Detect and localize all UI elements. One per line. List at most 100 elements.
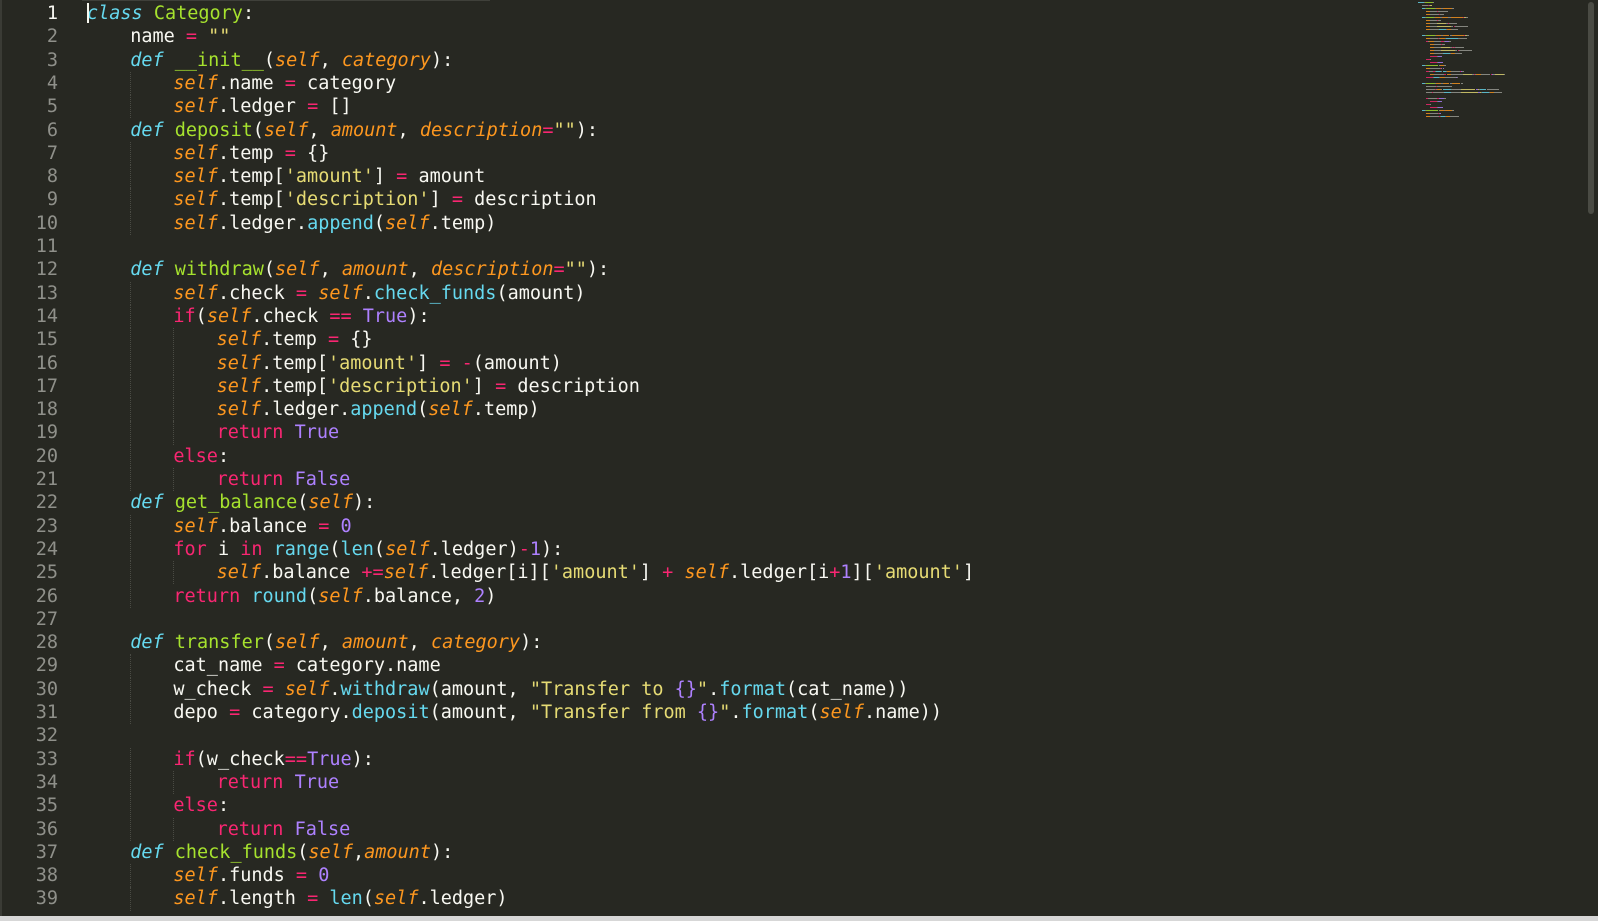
code-token: .ledger[i: [729, 562, 830, 584]
code-text-area[interactable]: class Category: name = "" def __init__(sel…: [87, 0, 1437, 921]
code-line[interactable]: depo = category.deposit(amount, "Transfe…: [173, 701, 942, 725]
code-line[interactable]: def transfer(self, amount, category):: [130, 631, 542, 655]
code-token: 1: [529, 538, 542, 560]
code-line[interactable]: return False: [217, 468, 351, 492]
code-line[interactable]: class Category:: [87, 2, 254, 26]
code-line[interactable]: def deposit(self, amount, description=""…: [130, 119, 598, 143]
code-token: (: [373, 212, 386, 234]
minimap-line: [1426, 17, 1435, 18]
code-line[interactable]: def get_balance(self):: [130, 491, 375, 515]
code-token: {}: [295, 142, 330, 164]
minimap-line: [1450, 17, 1463, 18]
code-line[interactable]: self.check = self.check_funds(amount): [173, 282, 585, 306]
code-editor[interactable]: 1 2 3 4 5 6 7 8 9 10 11 12 13 14 15 16 17 18 19 20 21 22 23 24 2…: [0, 0, 1598, 921]
code-token: deposit: [351, 702, 430, 723]
code-line[interactable]: return True: [217, 771, 340, 795]
code-line[interactable]: self.temp = {}: [173, 142, 329, 166]
line-number: 6: [46, 119, 58, 141]
line-number: 37: [35, 841, 58, 863]
code-line[interactable]: def check_funds(self,amount):: [130, 841, 453, 865]
code-line[interactable]: w_check = self.withdraw(amount, "Transfe…: [173, 678, 908, 702]
code-line[interactable]: self.temp = {}: [217, 328, 373, 352]
code-token: =: [318, 515, 330, 537]
code-line[interactable]: else:: [173, 445, 229, 469]
code-line[interactable]: self.ledger.append(self.temp): [173, 212, 496, 236]
code-token: check_funds: [174, 841, 298, 863]
code-line[interactable]: name = "": [130, 25, 230, 49]
code-token: .: [362, 282, 374, 304]
code-line[interactable]: self.balance +=self.ledger[i]['amount'] …: [217, 561, 974, 585]
code-token: .temp): [429, 212, 497, 234]
minimap-line: [1437, 23, 1446, 24]
code-token: self: [173, 72, 218, 94]
code-token: name: [130, 26, 186, 48]
code-line[interactable]: self.temp['amount'] = amount: [173, 165, 485, 189]
minimap-line: [1434, 50, 1441, 51]
code-token: =: [185, 26, 198, 48]
minimap-line: [1442, 68, 1444, 69]
code-token: .balance: [261, 562, 362, 584]
code-line[interactable]: else:: [173, 794, 229, 818]
code-line[interactable]: def withdraw(self, amount, description="…: [130, 258, 609, 282]
minimap-line: [1430, 38, 1439, 39]
code-token: category: [341, 49, 431, 71]
minimap-line: [1430, 101, 1437, 102]
minimap-line: [1426, 8, 1436, 9]
code-token: self: [216, 352, 262, 374]
code-token: =: [307, 888, 319, 910]
code-token: (amount): [472, 352, 562, 374]
line-number: 30: [35, 678, 58, 700]
minimap-line: [1443, 98, 1446, 99]
minimap-line: [1434, 47, 1441, 48]
code-token: 'description': [327, 375, 473, 397]
code-token: def: [130, 492, 164, 514]
code-line[interactable]: self.ledger.append(self.temp): [217, 398, 540, 422]
minimap-line: [1437, 56, 1443, 57]
code-line[interactable]: return False: [217, 818, 351, 842]
code-token: +: [829, 562, 841, 584]
minimap-line: [1426, 35, 1436, 36]
code-line[interactable]: def __init__(self, category):: [130, 49, 453, 73]
code-line[interactable]: self.balance = 0: [173, 515, 351, 539]
code-token: -: [518, 538, 530, 560]
indent-guide: [130, 374, 132, 399]
code-line[interactable]: if(w_check==True):: [173, 748, 374, 772]
code-token: ,: [319, 259, 342, 281]
code-token: (: [362, 888, 374, 910]
code-line[interactable]: self.ledger = []: [173, 95, 351, 119]
minimap-line: [1455, 53, 1462, 54]
minimap-line: [1440, 113, 1442, 114]
scrollbar-thumb[interactable]: [1588, 2, 1594, 214]
code-token: self: [275, 632, 320, 654]
indent-guide: [173, 561, 175, 585]
code-token: True: [294, 422, 340, 444]
minimap-line: [1434, 53, 1444, 54]
code-token: .ledger): [429, 538, 519, 560]
code-line[interactable]: self.temp['amount'] = -(amount): [217, 352, 562, 376]
code-line[interactable]: self.length = len(self.ledger): [173, 887, 507, 911]
code-token: self: [173, 142, 218, 164]
line-number: 10: [35, 212, 58, 234]
code-line[interactable]: self.temp['description'] = description: [173, 188, 596, 212]
code-line[interactable]: self.funds = 0: [173, 864, 329, 888]
code-line[interactable]: return True: [217, 421, 340, 445]
code-line[interactable]: self.temp['description'] = description: [217, 375, 640, 399]
code-token: ==: [329, 305, 352, 327]
code-line[interactable]: for i in range(len(self.ledger)-1):: [173, 538, 563, 562]
line-number: 2: [46, 26, 58, 48]
code-line[interactable]: if(self.check == True):: [173, 305, 429, 329]
code-line[interactable]: return round(self.balance, 2): [173, 585, 496, 609]
minimap-line: [1450, 74, 1463, 75]
minimap[interactable]: [1410, 0, 1560, 921]
code-token: def: [130, 49, 164, 71]
code-token: ": [719, 702, 731, 723]
minimap-line: [1428, 98, 1437, 99]
code-token: self: [173, 865, 218, 887]
minimap-line: [1430, 59, 1432, 60]
code-line[interactable]: cat_name = category.name: [173, 654, 440, 678]
code-line[interactable]: self.name = category: [173, 72, 396, 96]
code-token: (: [263, 49, 275, 71]
